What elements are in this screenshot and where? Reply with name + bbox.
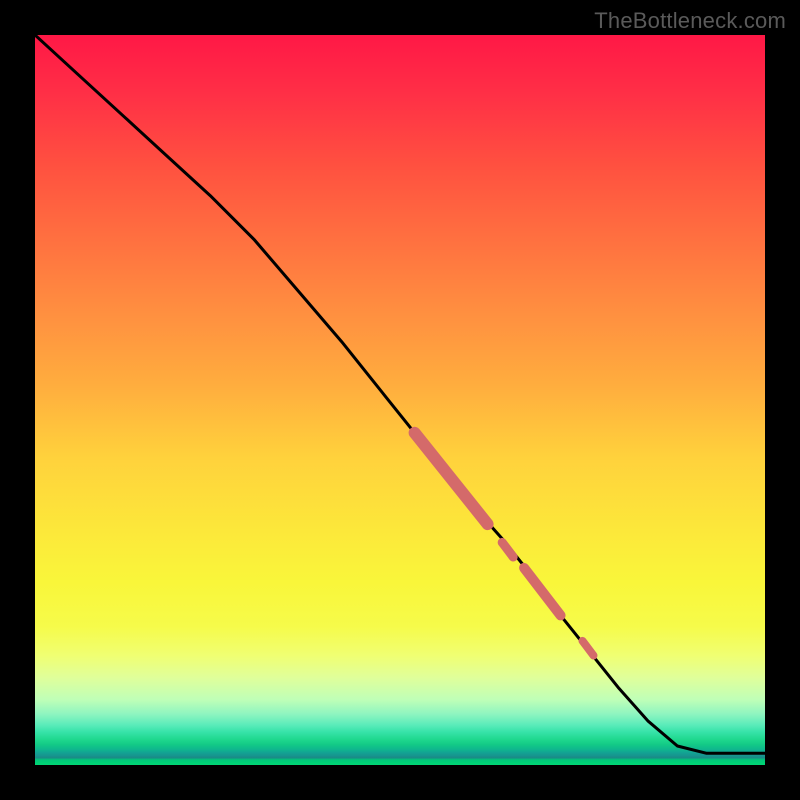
thick-segment-1 xyxy=(415,433,488,524)
dot-1 xyxy=(502,542,513,557)
watermark-text: TheBottleneck.com xyxy=(594,8,786,34)
dot-2 xyxy=(583,641,594,656)
chart-overlay xyxy=(35,35,765,765)
thick-segment-2 xyxy=(524,568,561,616)
main-curve xyxy=(35,35,765,753)
